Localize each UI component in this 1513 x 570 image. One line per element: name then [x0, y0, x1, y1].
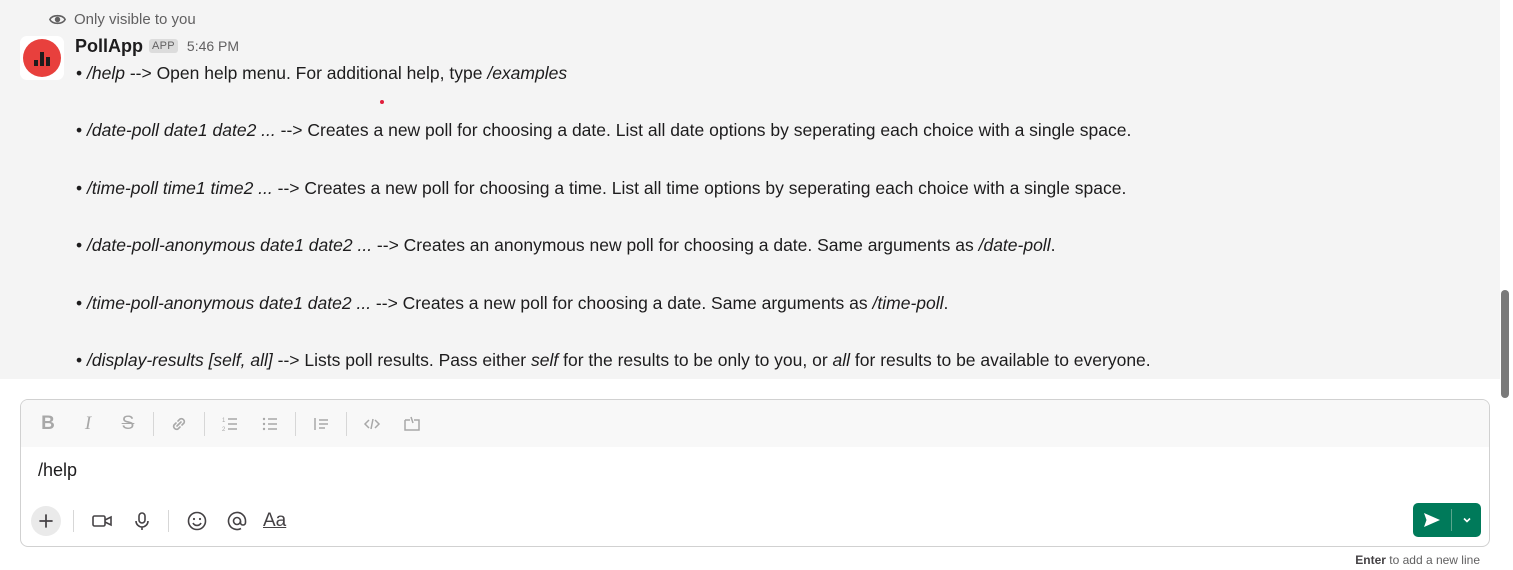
- microphone-icon[interactable]: [128, 507, 156, 535]
- message-area: Only visible to you PollApp APP 5:46 PM …: [0, 0, 1500, 379]
- toolbar-divider: [346, 411, 347, 436]
- app-avatar[interactable]: [20, 36, 64, 80]
- help-line-4: • /date-poll-anonymous date1 date2 ... -…: [76, 235, 1056, 255]
- svg-text:1: 1: [222, 418, 226, 424]
- visibility-note: Only visible to you: [49, 9, 196, 29]
- eye-icon: [49, 14, 66, 24]
- visibility-note-text: Only visible to you: [74, 10, 196, 28]
- app-name-link[interactable]: PollApp: [75, 36, 143, 57]
- plus-icon[interactable]: [31, 506, 61, 536]
- bold-icon[interactable]: B: [34, 410, 62, 438]
- help-line-1: • /help --> Open help menu. For addition…: [76, 63, 568, 83]
- newline-hint: Enter to add a new line: [1355, 553, 1480, 567]
- italic-icon[interactable]: I: [74, 410, 102, 438]
- strikethrough-icon[interactable]: S: [114, 410, 142, 438]
- link-icon[interactable]: [165, 410, 193, 438]
- code-icon[interactable]: [358, 410, 386, 438]
- code-block-icon[interactable]: [398, 410, 426, 438]
- message-header: PollApp APP 5:46 PM: [75, 34, 239, 58]
- emoji-icon[interactable]: [183, 507, 211, 535]
- message-composer: B I S 12 /help Aa: [20, 399, 1490, 547]
- toolbar-divider: [295, 411, 296, 436]
- toolbar-divider: [153, 411, 154, 436]
- poll-logo-icon: [23, 39, 61, 77]
- format-toolbar: B I S 12: [21, 400, 1489, 447]
- help-line-5: • /time-poll-anonymous date1 date2 ... -…: [76, 293, 949, 313]
- chevron-down-icon[interactable]: [1452, 514, 1481, 526]
- ordered-list-icon[interactable]: 12: [216, 410, 244, 438]
- scrollbar-thumb[interactable]: [1501, 290, 1509, 398]
- message-timestamp[interactable]: 5:46 PM: [187, 38, 239, 54]
- app-badge: APP: [149, 39, 178, 53]
- toolbar-divider: [204, 411, 205, 436]
- composer-actions: Aa: [31, 504, 298, 538]
- send-icon[interactable]: [1413, 503, 1451, 537]
- help-line-3: • /time-poll time1 time2 ... --> Creates…: [76, 178, 1127, 198]
- bulleted-list-icon[interactable]: [256, 410, 284, 438]
- help-line-6: • /display-results [self, all] --> Lists…: [76, 350, 1151, 370]
- red-dot: [380, 100, 384, 104]
- help-line-2: • /date-poll date1 date2 ... --> Creates…: [76, 120, 1132, 140]
- actions-divider: [168, 510, 169, 532]
- blockquote-icon[interactable]: [307, 410, 335, 438]
- svg-text:2: 2: [222, 427, 226, 433]
- actions-divider: [73, 510, 74, 532]
- formatting-icon[interactable]: Aa: [263, 507, 286, 535]
- video-icon[interactable]: [88, 507, 116, 535]
- mention-icon[interactable]: [223, 507, 251, 535]
- message-input[interactable]: /help: [38, 460, 77, 481]
- send-button[interactable]: [1413, 503, 1481, 537]
